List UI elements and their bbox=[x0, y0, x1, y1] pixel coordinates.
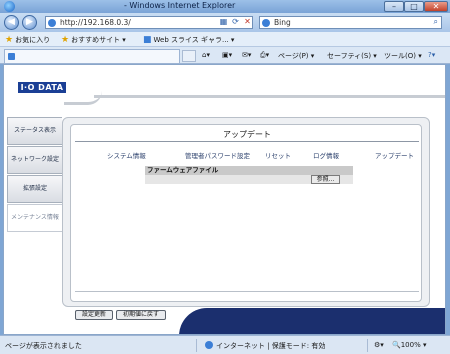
title-bar: - Windows Internet Explorer – □ ✕ bbox=[0, 0, 450, 13]
close-button[interactable]: ✕ bbox=[424, 1, 448, 12]
page-content: I·O DATA ステータス表示 ネットワーク設定 拡張設定 メンテナンス情報 … bbox=[3, 64, 446, 335]
page-tab[interactable] bbox=[4, 49, 180, 63]
search-icon[interactable]: ⌕ bbox=[434, 17, 438, 27]
window-title: - Windows Internet Explorer bbox=[124, 1, 236, 10]
header-divider bbox=[94, 95, 445, 98]
mail-icon[interactable]: ✉▾ bbox=[242, 51, 251, 59]
search-box[interactable]: Bing ⌕ bbox=[259, 16, 442, 29]
page-menu[interactable]: ページ(P) ▾ bbox=[278, 51, 314, 61]
restore-defaults-button[interactable]: 初期値に戻す bbox=[116, 310, 166, 320]
add-favorite-icon: ★ bbox=[61, 35, 70, 45]
zoom-level[interactable]: 🔍100% ▾ bbox=[392, 341, 426, 349]
new-tab-button[interactable] bbox=[182, 50, 196, 62]
security-zone[interactable]: インターネット | 保護モード: 有効 bbox=[205, 341, 325, 351]
header-curve bbox=[64, 91, 102, 105]
status-separator bbox=[196, 339, 197, 352]
safety-menu[interactable]: セーフティ(S) ▾ bbox=[327, 51, 377, 61]
address-text[interactable]: http://192.168.0.3/ bbox=[60, 18, 131, 27]
tab-log-info[interactable]: ログ情報 bbox=[313, 150, 339, 160]
sidebar-item-advanced[interactable]: 拡張設定 bbox=[7, 175, 62, 203]
favorites-button[interactable]: ★ お気に入り bbox=[5, 35, 50, 45]
tab-update[interactable]: アップデート bbox=[375, 150, 414, 160]
back-button[interactable]: ◀ bbox=[4, 15, 19, 30]
web-slice-icon: ■ bbox=[143, 35, 152, 45]
status-text: ページが表示されました bbox=[5, 342, 82, 350]
minimize-button[interactable]: – bbox=[384, 1, 404, 12]
tab-page-icon bbox=[8, 53, 15, 60]
stop-icon[interactable]: ✕ bbox=[241, 16, 254, 29]
favorites-bar: ★ お気に入り ★ おすすめサイト ▾ ■ Web スライス ギャラ... ▾ bbox=[0, 32, 450, 47]
bing-icon bbox=[262, 19, 270, 27]
search-provider[interactable]: Bing bbox=[274, 18, 291, 27]
command-bar: ⌂▾ ▣▾ ✉▾ ⎙▾ ページ(P) ▾ セーフティ(S) ▾ ツール(O) ▾… bbox=[0, 47, 450, 64]
print-icon[interactable]: ⎙▾ bbox=[260, 51, 269, 60]
status-bar: ページが表示されました インターネット | 保護モード: 有効 ⚙▾ 🔍100%… bbox=[0, 335, 450, 354]
brand-logo: I·O DATA bbox=[18, 82, 66, 93]
zoom-icon: 🔍 bbox=[392, 341, 401, 349]
web-slice-gallery-link[interactable]: ■ Web スライス ギャラ... ▾ bbox=[143, 35, 234, 45]
forward-button[interactable]: ▶ bbox=[22, 15, 37, 30]
suggested-sites-link[interactable]: ★ おすすめサイト ▾ bbox=[61, 35, 126, 45]
protected-mode-icon[interactable]: ⚙▾ bbox=[374, 341, 384, 349]
maximize-button[interactable]: □ bbox=[404, 1, 424, 12]
footer-decoration bbox=[179, 308, 445, 334]
main-panel: アップデート システム情報 管理者パスワード設定 リセット ログ情報 アップデー… bbox=[62, 117, 430, 307]
sidebar-item-maintenance[interactable]: メンテナンス情報 bbox=[7, 204, 62, 232]
apply-settings-button[interactable]: 設定更新 bbox=[75, 310, 113, 320]
browse-button[interactable]: 参照... bbox=[311, 175, 340, 184]
help-menu[interactable]: ?▾ bbox=[428, 51, 435, 59]
sidebar-item-status[interactable]: ステータス表示 bbox=[7, 117, 62, 145]
firmware-file-label: ファームウェアファイル bbox=[145, 166, 353, 175]
page-title: アップデート bbox=[223, 130, 271, 139]
title-divider bbox=[75, 141, 419, 142]
favorites-star-icon: ★ bbox=[5, 35, 14, 45]
panel-inner: アップデート システム情報 管理者パスワード設定 リセット ログ情報 アップデー… bbox=[70, 124, 422, 302]
page-icon bbox=[48, 19, 56, 27]
tab-reset[interactable]: リセット bbox=[265, 150, 291, 160]
sidebar-item-network[interactable]: ネットワーク設定 bbox=[7, 146, 62, 174]
tools-menu[interactable]: ツール(O) ▾ bbox=[384, 51, 422, 61]
status-separator bbox=[367, 339, 368, 352]
panel-bottom-divider bbox=[75, 291, 419, 292]
feeds-icon[interactable]: ▣▾ bbox=[222, 51, 232, 59]
tab-system-info[interactable]: システム情報 bbox=[107, 150, 146, 160]
tab-admin-password[interactable]: 管理者パスワード設定 bbox=[185, 150, 250, 160]
firmware-file-field[interactable]: 参照... bbox=[145, 175, 353, 184]
ie-logo-icon bbox=[4, 1, 15, 12]
home-icon[interactable]: ⌂▾ bbox=[202, 51, 210, 59]
navigation-bar: ◀ ▶ http://192.168.0.3/ ▦ ⟳ ✕ Bing ⌕ bbox=[0, 13, 450, 32]
globe-icon bbox=[205, 341, 213, 349]
